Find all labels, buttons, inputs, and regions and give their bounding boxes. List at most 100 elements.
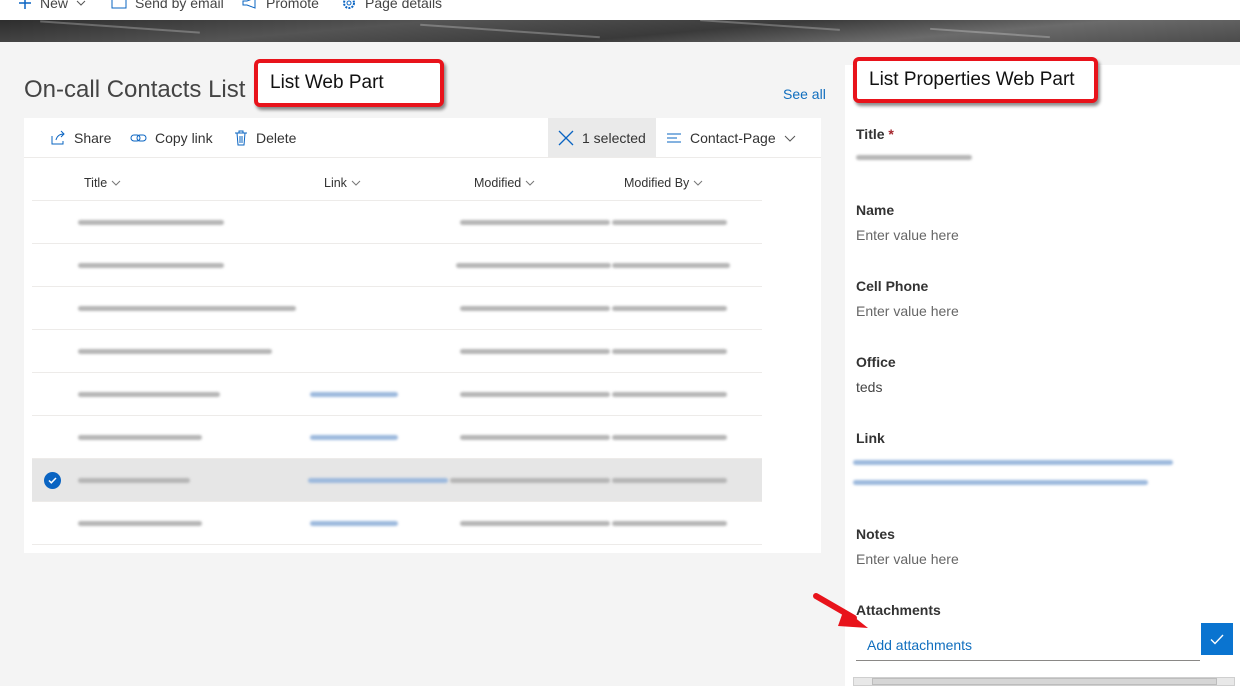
mail-icon (111, 0, 127, 9)
table-row[interactable] (32, 502, 762, 545)
column-title-label: Title (84, 176, 108, 190)
page-details-label: Page details (365, 0, 443, 11)
share-label: Share (74, 130, 112, 146)
save-checkmark-button[interactable] (1201, 623, 1233, 655)
office-field[interactable]: teds (856, 379, 882, 395)
clear-selection-button[interactable]: 1 selected (558, 128, 646, 148)
annotation-arrow-icon (813, 593, 868, 628)
column-header-title[interactable]: Title (84, 176, 121, 190)
view-list-icon (667, 133, 681, 143)
share-icon (51, 130, 65, 145)
page-details-button[interactable]: Page details (341, 0, 442, 13)
office-field-label: Office (856, 354, 896, 370)
redacted-modified (456, 263, 611, 268)
new-button[interactable]: New (18, 0, 86, 13)
view-switcher[interactable]: Contact-Page (656, 118, 821, 157)
table-row[interactable] (32, 330, 762, 373)
scrollbar-thumb[interactable] (872, 678, 1217, 685)
redacted-title-value[interactable] (856, 155, 972, 160)
column-modified-by-label: Modified By (624, 176, 690, 190)
redacted-title (78, 306, 296, 311)
link-field-label: Link (856, 430, 885, 446)
cell-phone-field-label: Cell Phone (856, 278, 929, 294)
redacted-modified-by (612, 478, 727, 483)
close-icon (558, 130, 574, 146)
list-toolbar: Share Copy link Delete 1 selected Contac… (24, 118, 821, 158)
row-checkmark-icon[interactable] (44, 472, 61, 489)
view-dropdown[interactable]: Contact-Page (666, 128, 796, 148)
title-field-label: Title * (856, 126, 894, 142)
selection-indicator[interactable]: 1 selected (548, 118, 656, 157)
copy-link-label: Copy link (155, 130, 213, 146)
list-properties-web-part: Title * Name Enter value here Cell Phone… (845, 65, 1240, 686)
redacted-title (78, 392, 220, 397)
table-row[interactable] (32, 373, 762, 416)
new-label: New (40, 0, 69, 11)
notes-field[interactable]: Enter value here (856, 551, 959, 567)
megaphone-icon (242, 0, 256, 9)
redacted-modified-by (612, 392, 727, 397)
plus-icon (19, 0, 31, 9)
column-link-label: Link (324, 176, 347, 190)
list-web-part-callout: List Web Part (254, 59, 444, 107)
column-header-modified[interactable]: Modified (474, 176, 535, 190)
selected-count: 1 selected (582, 130, 646, 146)
redacted-link[interactable] (308, 478, 448, 483)
chevron-down-icon (351, 180, 361, 186)
redacted-title (78, 521, 202, 526)
command-bar: New Send by email Promote Page details (0, 0, 1240, 22)
redacted-link[interactable] (310, 521, 398, 526)
redacted-link[interactable] (310, 392, 398, 397)
redacted-link-value[interactable] (853, 460, 1173, 465)
redacted-title (78, 435, 202, 440)
column-header-link[interactable]: Link (324, 176, 361, 190)
copy-link-button[interactable]: Copy link (130, 128, 213, 148)
redacted-title (78, 220, 224, 225)
required-asterisk: * (888, 126, 894, 142)
cell-phone-field[interactable]: Enter value here (856, 303, 959, 319)
link-icon (130, 134, 147, 142)
redacted-modified-by (612, 263, 730, 268)
redacted-title (78, 349, 272, 354)
share-button[interactable]: Share (50, 128, 111, 148)
table-row-selected[interactable] (32, 459, 762, 502)
list-properties-callout-text: List Properties Web Part (869, 69, 1075, 90)
notes-field-label: Notes (856, 526, 895, 542)
redacted-modified-by (612, 306, 727, 311)
redacted-modified (460, 521, 610, 526)
redacted-modified (460, 392, 610, 397)
table-row[interactable] (32, 416, 762, 459)
horizontal-scrollbar[interactable] (853, 677, 1235, 686)
add-attachments-link[interactable]: Add attachments (867, 637, 972, 653)
redacted-modified-by (612, 521, 727, 526)
redacted-title (78, 478, 190, 483)
redacted-modified-by (612, 349, 727, 354)
see-all-link[interactable]: See all (783, 86, 826, 102)
title-label-text: Title (856, 126, 885, 142)
redacted-link-value[interactable] (853, 480, 1148, 485)
table-row[interactable] (32, 244, 762, 287)
delete-label: Delete (256, 130, 297, 146)
redacted-modified (460, 306, 610, 311)
redacted-link[interactable] (310, 435, 398, 440)
list-web-part-callout-text: List Web Part (270, 72, 384, 93)
send-by-email-button[interactable]: Send by email (111, 0, 224, 13)
chevron-down-icon (525, 180, 535, 186)
chevron-down-icon (784, 135, 795, 142)
promote-label: Promote (266, 0, 319, 11)
redacted-modified-by (612, 220, 727, 225)
delete-button[interactable]: Delete (234, 128, 296, 148)
list-title: On-call Contacts List (24, 76, 246, 103)
name-field-label: Name (856, 202, 895, 218)
table-row[interactable] (32, 201, 762, 244)
checkmark-icon (1210, 634, 1224, 645)
gear-icon (343, 0, 355, 9)
column-header-modified-by[interactable]: Modified By (624, 176, 703, 190)
attachments-underline (856, 660, 1200, 661)
name-field[interactable]: Enter value here (856, 227, 959, 243)
view-name: Contact-Page (690, 130, 776, 146)
redacted-modified-by (612, 435, 727, 440)
table-row[interactable] (32, 287, 762, 330)
redacted-modified (450, 478, 610, 483)
promote-button[interactable]: Promote (242, 0, 319, 13)
